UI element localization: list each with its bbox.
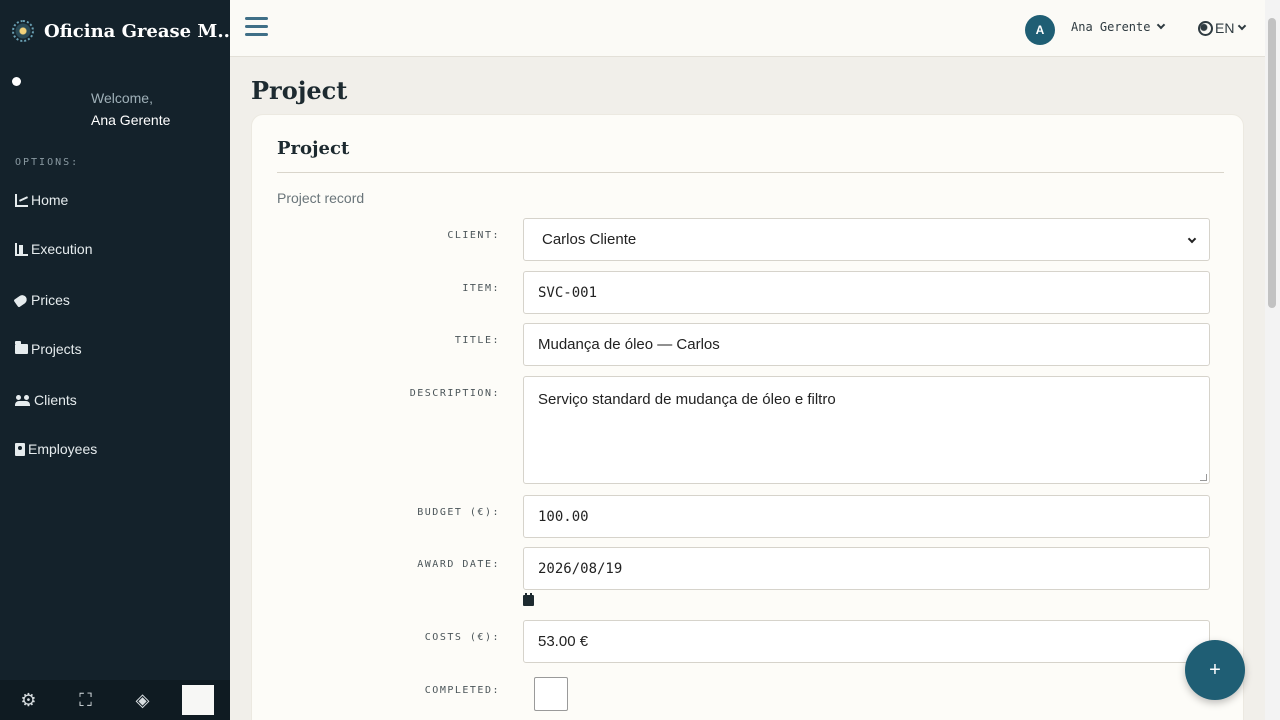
sidebar-item-projects[interactable]: Projects <box>15 338 82 360</box>
title-label: TITLE: <box>454 335 500 346</box>
id-badge-icon <box>15 442 25 456</box>
sidebar-item-label: Employees <box>28 441 98 457</box>
chevron-down-icon <box>1238 21 1247 31</box>
description-value: Serviço standard de mudança de óleo e fi… <box>538 391 836 408</box>
sidebar-item-prices[interactable]: Prices <box>13 289 70 311</box>
chevron-down-icon <box>1187 234 1197 244</box>
sidebar: Oficina Grease M... Welcome, Ana Gerente… <box>0 0 230 720</box>
budget-value: 100.00 <box>538 508 589 525</box>
gear-icon[interactable]: ⚙ <box>0 680 57 720</box>
scrollbar-thumb[interactable] <box>1268 18 1276 308</box>
item-field[interactable]: SVC-001 <box>523 271 1210 314</box>
completed-checkbox[interactable] <box>534 677 568 711</box>
budget-field[interactable]: 100.00 <box>523 495 1210 538</box>
sidebar-item-label: Projects <box>31 341 82 357</box>
award-date-field[interactable]: 2026/08/19 <box>523 547 1210 590</box>
eye-slash-icon[interactable]: ◈ <box>114 680 171 720</box>
sidebar-item-label: Clients <box>34 392 77 408</box>
topbar: A Ana Gerente EN <box>230 0 1265 57</box>
award-date-value: 2026/08/19 <box>538 560 623 577</box>
costs-value: 53.00 € <box>538 633 589 650</box>
sidebar-item-employees[interactable]: Employees <box>15 438 97 460</box>
user-menu-name: Ana Gerente <box>1071 20 1151 34</box>
avatar[interactable]: A <box>1025 15 1055 45</box>
card-title: Project <box>277 138 350 159</box>
page-title: Project <box>251 76 348 105</box>
sidebar-footer: ⚙ ⛶ ◈ <box>0 680 230 720</box>
folder-open-icon <box>15 341 28 354</box>
sidebar-item-home[interactable]: Home <box>15 189 68 211</box>
add-button[interactable]: + <box>1185 640 1245 700</box>
brand[interactable]: Oficina Grease M... <box>0 0 230 62</box>
client-value: Carlos Cliente <box>542 231 637 248</box>
logo-icon <box>12 20 34 42</box>
resize-handle-icon[interactable] <box>1200 474 1207 481</box>
chart-line-icon <box>15 193 28 207</box>
costs-label: COSTS (€): <box>424 632 500 643</box>
users-icon <box>15 394 31 407</box>
menu-toggle-icon[interactable] <box>245 17 268 37</box>
tags-icon <box>13 292 29 308</box>
sidebar-item-clients[interactable]: Clients <box>15 389 77 411</box>
title-value: Mudança de óleo — Carlos <box>538 336 720 353</box>
sidebar-item-execution[interactable]: Execution <box>15 238 92 260</box>
description-label: DESCRIPTION: <box>409 388 500 399</box>
language-code: EN <box>1215 20 1235 36</box>
language-selector[interactable]: EN <box>1198 20 1247 36</box>
lock-screen-button[interactable] <box>182 685 214 715</box>
sidebar-item-label: Home <box>31 192 69 208</box>
completed-label: COMPLETED: <box>424 685 500 696</box>
execution-icon <box>15 242 28 256</box>
award-date-label: AWARD DATE: <box>417 559 500 570</box>
fullscreen-icon[interactable]: ⛶ <box>57 680 114 720</box>
scrollbar[interactable] <box>1265 0 1280 720</box>
title-field[interactable]: Mudança de óleo — Carlos <box>523 323 1210 366</box>
globe-icon <box>1198 20 1213 36</box>
card-divider <box>277 172 1224 173</box>
item-value: SVC-001 <box>538 284 598 301</box>
card-subtitle: Project record <box>277 190 365 206</box>
sidebar-item-label: Execution <box>31 241 93 257</box>
app-name: Oficina Grease M... <box>44 20 229 42</box>
description-textarea[interactable]: Serviço standard de mudança de óleo e fi… <box>523 376 1210 484</box>
welcome-user-name: Ana Gerente <box>91 112 171 128</box>
chevron-down-icon <box>1157 20 1166 30</box>
user-menu[interactable]: Ana Gerente <box>1071 20 1166 34</box>
costs-field[interactable]: 53.00 € <box>523 620 1210 663</box>
status-dot <box>12 77 21 86</box>
item-label: ITEM: <box>462 283 500 294</box>
project-card: Project Project record CLIENT: Carlos Cl… <box>251 114 1244 720</box>
options-label: OPTIONS: <box>15 157 80 168</box>
sidebar-item-label: Prices <box>31 292 70 308</box>
client-select[interactable]: Carlos Cliente <box>523 218 1210 261</box>
client-label: CLIENT: <box>447 230 500 241</box>
budget-label: BUDGET (€): <box>417 507 500 518</box>
welcome-text: Welcome, <box>91 90 153 106</box>
calendar-icon[interactable] <box>523 593 534 606</box>
